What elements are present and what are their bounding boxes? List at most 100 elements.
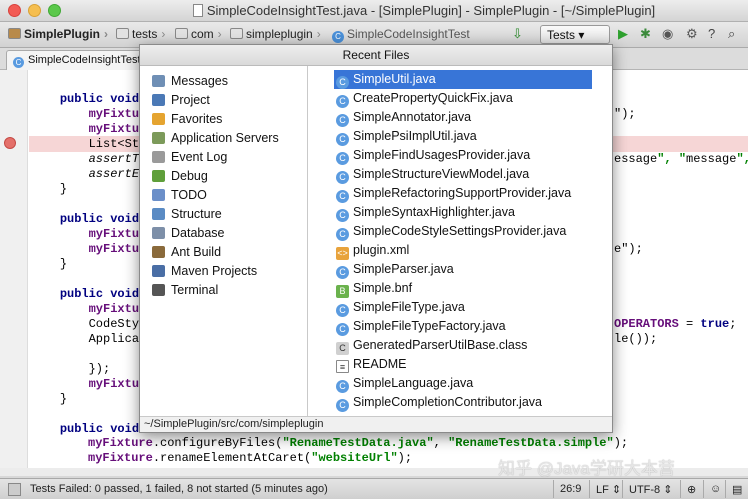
- tool-window-todo[interactable]: TODO: [152, 186, 302, 205]
- file-path: ~/SimplePlugin/src/com/simpleplugin: [140, 416, 612, 432]
- tool-window-label: Debug: [171, 169, 208, 183]
- editor-tab[interactable]: C SimpleCodeInsightTest.java: [6, 50, 156, 70]
- recent-file-label: SimpleRefactoringSupportProvider.java: [353, 186, 572, 200]
- code-line-bottom-1: myFixture.configureByFiles("RenameTestDa…: [88, 436, 629, 450]
- breadcrumb-tests[interactable]: tests ›: [116, 27, 165, 41]
- document-icon: [192, 4, 203, 17]
- tool-window-debug[interactable]: Debug: [152, 167, 302, 186]
- tool-window-server[interactable]: Application Servers: [152, 129, 302, 148]
- tool-window-label: Project: [171, 93, 210, 107]
- breadcrumb-simpleplugin[interactable]: simpleplugin ›: [230, 27, 321, 41]
- recent-file-label: README: [353, 357, 407, 371]
- tool-window-structure[interactable]: Structure: [152, 205, 302, 224]
- terminal-icon: [152, 284, 165, 296]
- tool-window-favorites[interactable]: Favorites: [152, 110, 302, 129]
- recent-file-label: SimpleFindUsagesProvider.java: [353, 148, 531, 162]
- watermark: 知乎 @Java学研大本营: [498, 459, 675, 478]
- run-configuration-select[interactable]: Tests ▾: [540, 25, 610, 44]
- status-message[interactable]: Tests Failed: 0 passed, 1 failed, 8 not …: [30, 483, 328, 495]
- caret-position[interactable]: 26:9: [553, 480, 587, 498]
- favorites-icon: [152, 113, 165, 125]
- coverage-icon[interactable]: ◉: [662, 26, 673, 42]
- recent-file-label: plugin.xml: [353, 243, 410, 257]
- code-line: }: [59, 182, 68, 196]
- code-line: CodeSty: [88, 317, 140, 331]
- java-file-icon: C: [336, 133, 349, 146]
- breadcrumb-project[interactable]: SimplePlugin ›: [8, 27, 108, 41]
- tool-window-project[interactable]: Project: [152, 91, 302, 110]
- recent-file-item[interactable]: C SimpleLanguage.java: [334, 374, 592, 393]
- help-icon[interactable]: ?: [708, 26, 715, 42]
- settings-icon[interactable]: ⚙: [686, 26, 698, 42]
- tool-windows-icon[interactable]: [8, 483, 21, 496]
- recent-file-item[interactable]: C SimpleStructureViewModel.java: [334, 165, 592, 184]
- recent-file-item[interactable]: C SimpleFileType.java: [334, 298, 592, 317]
- recent-file-item[interactable]: C SimpleUtil.java: [334, 70, 592, 89]
- recent-file-label: SimpleFileType.java: [353, 300, 465, 314]
- breadcrumb-class[interactable]: C SimpleCodeInsightTest: [332, 27, 470, 43]
- run-icon[interactable]: ▶: [618, 26, 628, 42]
- close-window-button[interactable]: [8, 4, 21, 17]
- debug-icon[interactable]: ✱: [640, 26, 651, 42]
- code-fragment: OPERATORS = true;: [614, 317, 737, 331]
- xml-file-icon: <>: [336, 247, 349, 260]
- breakpoint-icon[interactable]: [4, 137, 16, 149]
- recent-file-item[interactable]: C SimpleAnnotator.java: [334, 108, 592, 127]
- event-log-icon: [152, 151, 165, 163]
- debug-icon: [152, 170, 165, 182]
- java-file-icon: C: [336, 228, 349, 241]
- server-icon: [152, 132, 165, 144]
- read-only-toggle-icon[interactable]: ⊕: [680, 480, 702, 498]
- tool-windows-list: Messages Project Favorites Application Serv…: [140, 66, 308, 416]
- code-line: Applica: [88, 332, 140, 346]
- recent-file-item[interactable]: C SimplePsiImplUtil.java: [334, 127, 592, 146]
- tool-window-event-log[interactable]: Event Log: [152, 148, 302, 167]
- recent-file-item[interactable]: C SimpleSyntaxHighlighter.java: [334, 203, 592, 222]
- tool-window-label: Favorites: [171, 112, 223, 126]
- recent-file-item[interactable]: C SimpleFindUsagesProvider.java: [334, 146, 592, 165]
- editor-gutter: [0, 70, 28, 476]
- class-icon: C: [13, 57, 24, 68]
- recent-file-item[interactable]: C SimpleFileTypeFactory.java: [334, 317, 592, 336]
- text-file-icon: ≡: [336, 360, 349, 373]
- code-line: public void: [59, 287, 140, 301]
- recent-file-item[interactable]: B Simple.bnf: [334, 279, 592, 298]
- recent-file-item[interactable]: <> plugin.xml: [334, 241, 592, 260]
- code-line: myFixtu: [88, 377, 140, 391]
- recent-file-item[interactable]: C GeneratedParserUtilBase.class: [334, 336, 592, 355]
- tool-window-maven[interactable]: Maven Projects: [152, 262, 302, 281]
- recent-file-label: SimpleAnnotator.java: [353, 110, 472, 124]
- code-line: myFixtu: [88, 227, 140, 241]
- recent-file-label: SimplePsiImplUtil.java: [353, 129, 477, 143]
- maximize-window-button[interactable]: [48, 4, 61, 17]
- recent-file-item[interactable]: C SimpleRefactoringSupportProvider.java: [334, 184, 592, 203]
- tool-window-terminal[interactable]: Terminal: [152, 281, 302, 300]
- search-icon[interactable]: ⌕: [728, 26, 735, 42]
- switcher-header: Recent Files: [140, 45, 612, 66]
- recent-file-label: Simple.bnf: [353, 281, 413, 295]
- java-file-icon: C: [336, 399, 349, 412]
- recent-file-item[interactable]: C CreatePropertyQuickFix.java: [334, 89, 592, 108]
- code-fragment: ");: [614, 107, 636, 121]
- event-log-status-icon[interactable]: ▤: [725, 480, 748, 498]
- recent-file-item[interactable]: C SimpleCodeStyleSettingsProvider.java: [334, 222, 592, 241]
- recent-file-item[interactable]: C SimpleParser.java: [334, 260, 592, 279]
- tool-window-messages[interactable]: Messages: [152, 72, 302, 91]
- recent-file-label: GeneratedParserUtilBase.class: [353, 338, 528, 352]
- tool-window-ant[interactable]: Ant Build: [152, 243, 302, 262]
- recent-file-item[interactable]: C SimpleCompletionContributor.java: [334, 393, 592, 412]
- java-file-icon: C: [336, 76, 349, 89]
- java-file-icon: C: [336, 171, 349, 184]
- tool-window-database[interactable]: Database: [152, 224, 302, 243]
- recent-file-label: SimpleLanguage.java: [353, 376, 474, 390]
- java-file-icon: C: [336, 95, 349, 108]
- inspector-icon[interactable]: ☺: [703, 480, 727, 498]
- recent-file-item[interactable]: ≡ README: [334, 355, 592, 374]
- tool-window-label: TODO: [171, 188, 207, 202]
- recent-file-label: CreatePropertyQuickFix.java: [353, 91, 513, 105]
- breadcrumb-com[interactable]: com ›: [175, 27, 222, 41]
- file-encoding[interactable]: UTF-8 ⇕: [622, 480, 678, 498]
- folder-icon: [116, 28, 129, 39]
- make-project-icon[interactable]: ⇩: [512, 26, 523, 42]
- minimize-window-button[interactable]: [28, 4, 41, 17]
